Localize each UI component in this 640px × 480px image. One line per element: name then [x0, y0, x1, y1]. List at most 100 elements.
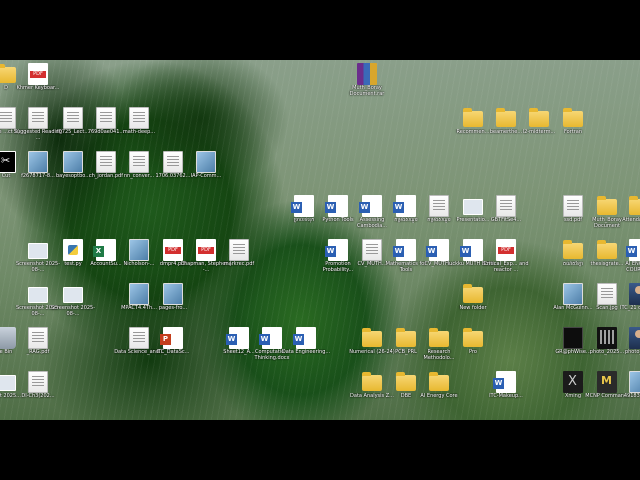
word-file-icon [626, 239, 640, 261]
desktop-icon-person[interactable]: ITC_21 copy.P... [620, 283, 640, 319]
desktop-icon-doc[interactable]: Scan.jpg [589, 283, 625, 319]
desktop-icon-dark[interactable]: GR@phWise... [555, 327, 591, 363]
desktop-icon-label: markrec.pdf [223, 261, 255, 267]
desktop-icon-folder[interactable]: AI Energy Core [420, 371, 458, 407]
desktop-icon-doc[interactable]: កម្រងសំណួរ [421, 195, 457, 231]
pdf-file-icon [163, 239, 183, 261]
desktop-icon-doc[interactable]: f0725_Lect... [55, 107, 91, 143]
desktop-icon-pdf[interactable]: Khmer Keyboar... [17, 63, 59, 99]
desktop-icon-screen[interactable]: Screenshot 2025-08-... [16, 239, 60, 275]
word-file-icon [293, 327, 316, 349]
desktop-icon-img[interactable]: f2678717-8... [20, 151, 56, 187]
folder-file-icon [429, 372, 449, 391]
doc-file-icon [563, 195, 583, 217]
desktop-icon-folder[interactable]: Muth_Boray Document [589, 195, 625, 231]
word-file-icon [291, 195, 314, 217]
desktop-icon-ppt[interactable]: ITC_DataSc... [155, 327, 191, 363]
desktop-icon-label: Data Engineering... [281, 349, 331, 355]
desktop-icon-label: Muth_Boray Document.rar [349, 85, 385, 97]
desktop-icon-doc[interactable]: Suggested Reading ... [14, 107, 62, 143]
desktop-icon-doc[interactable]: 1706.03762... [155, 151, 191, 187]
desktop-icon-winrar[interactable]: Muth_Boray Document.rar [349, 63, 385, 99]
desktop-icon-word[interactable]: CV_MUTH... [421, 239, 457, 275]
desktop-icon-img[interactable]: pages-fro... [155, 283, 191, 319]
desktop-icon-pdf[interactable]: Critical_Exp... and reactor ... [483, 239, 529, 275]
desktop-icon-img[interactable]: 49183476... [621, 371, 640, 407]
desktop-icon-folder[interactable]: beamerthe... [488, 107, 524, 143]
desktop-icon-doc[interactable]: Data Science_and... [114, 327, 164, 363]
img-file-icon [196, 151, 216, 173]
desktop-icon-word[interactable]: ITC-Makeup... [488, 371, 524, 407]
desktop-icon-word[interactable]: Data Engineering... [282, 327, 330, 363]
desktop-icon-xming[interactable]: Xming [555, 371, 591, 407]
desktop-icon-folder[interactable]: Research Methodolo... [421, 327, 457, 363]
desktop-icon-doc[interactable]: markrec.pdf [221, 239, 257, 275]
desktop-icon-img[interactable]: Alan McGuinn... [553, 283, 593, 319]
desktop-icon-word[interactable]: Mathematics for Tools [386, 239, 426, 275]
desktop-icon-word[interactable]: ច្រាលទំនុក [286, 195, 322, 231]
desktop-icon-folder[interactable]: គណិតវិទ្យា [555, 239, 591, 275]
desktop-icon-folder[interactable]: Recommen... [455, 107, 491, 143]
bin-file-icon [0, 327, 16, 349]
desktop-icon-folder[interactable]: l2-midterm... [521, 107, 557, 143]
desktop-icon-label: GBTFitSe4... [490, 217, 522, 223]
desktop-icon-py[interactable]: test.py [55, 239, 91, 275]
winrar-file-icon [357, 63, 377, 85]
word-file-icon [325, 239, 348, 261]
desktop-icon-screen[interactable]: Presentatio... [455, 195, 491, 231]
desktop-icon-label: math-deep... [122, 129, 156, 135]
desktop-icon-label: AI Energy Core [420, 393, 458, 399]
desktop-icon-person[interactable]: photo_20... [621, 327, 640, 363]
desktop-icon-qr[interactable]: photo_2025... [589, 327, 625, 363]
desktop-icon-word[interactable]: Promotion Probability... [320, 239, 356, 275]
screen-file-icon [463, 199, 483, 215]
desktop-icon-word[interactable]: កម្រងសំណួរ [388, 195, 424, 231]
folder-file-icon [463, 108, 483, 127]
folder-file-icon [629, 196, 640, 215]
desktop-icon-folder[interactable]: Attendance... [621, 195, 640, 231]
doc-file-icon [129, 327, 149, 349]
pdf-file-icon [28, 63, 48, 85]
capcut-file-icon [0, 151, 16, 173]
desktop-icon-folder[interactable]: Numerical (26-24) [349, 327, 395, 363]
desktop-icon-doc[interactable]: GBTFitSe4... [488, 195, 524, 231]
desktop-icon-img[interactable]: IAP-Comm... [188, 151, 224, 187]
desktop-icon-folder[interactable]: Data Analysis Z... [350, 371, 394, 407]
desktop-icon-folder[interactable]: New folder [455, 283, 491, 319]
word-file-icon [325, 195, 348, 217]
desktop-icon-doc[interactable]: DI-Ch3(202... [20, 371, 56, 407]
desktop-wallpaper[interactable]: DKhmer Keyboar...Muth_Boray Document.rar… [0, 60, 640, 420]
folder-file-icon [429, 328, 449, 347]
doc-file-icon [496, 195, 516, 217]
desktop-icon-doc[interactable]: ch_jordan.pdf [88, 151, 124, 187]
desktop-icon-img[interactable]: MPACT4.4Th... [121, 283, 157, 319]
desktop-icon-folder[interactable]: Pro [455, 327, 491, 363]
img-file-icon [63, 151, 83, 173]
desktop-icon-doc[interactable]: _RAG.pdf [20, 327, 56, 363]
desktop-icon-pdf[interactable]: Chapman, Stephen J -... [180, 239, 232, 275]
person-file-icon [629, 283, 640, 305]
desktop-icon-excel[interactable]: AccountSu... [88, 239, 124, 275]
word-file-icon [359, 195, 382, 217]
screen-file-icon [28, 287, 48, 303]
desktop-icon-app[interactable]: MCNP Comman... [585, 371, 629, 407]
desktop-icon-folder[interactable]: Fortran [555, 107, 591, 143]
desktop-icon-doc[interactable]: 769d0ae041... [88, 107, 124, 143]
desktop-icon-img[interactable]: bayesoptbo... [55, 151, 91, 187]
desktop-icon-screen[interactable]: Screenshot 2025-08-... [51, 283, 95, 319]
desktop-icon-label: DI-Ch3(202... [21, 393, 55, 399]
excel-file-icon [93, 239, 116, 261]
desktop-icon-word[interactable]: Assessing Cambodia... [354, 195, 390, 231]
desktop-icon-word[interactable]: AI ENGIN... COURSE... [621, 239, 640, 275]
img-file-icon [563, 283, 583, 305]
folder-file-icon [496, 108, 516, 127]
desktop-icon-doc[interactable]: math-deep... [121, 107, 157, 143]
app-file-icon [597, 371, 617, 393]
desktop-icon-folder[interactable]: DBE [388, 371, 424, 407]
desktop-icon-img[interactable]: Nicholson-... [121, 239, 157, 275]
py-file-icon [63, 239, 83, 261]
desktop-icon-doc[interactable]: nn_conver... [121, 151, 157, 187]
word-file-icon [426, 239, 449, 261]
desktop-icon-label: ITC_21 copy.P... [619, 305, 640, 311]
desktop-icon-word[interactable]: Computatio... Thinking.docx [254, 327, 290, 363]
